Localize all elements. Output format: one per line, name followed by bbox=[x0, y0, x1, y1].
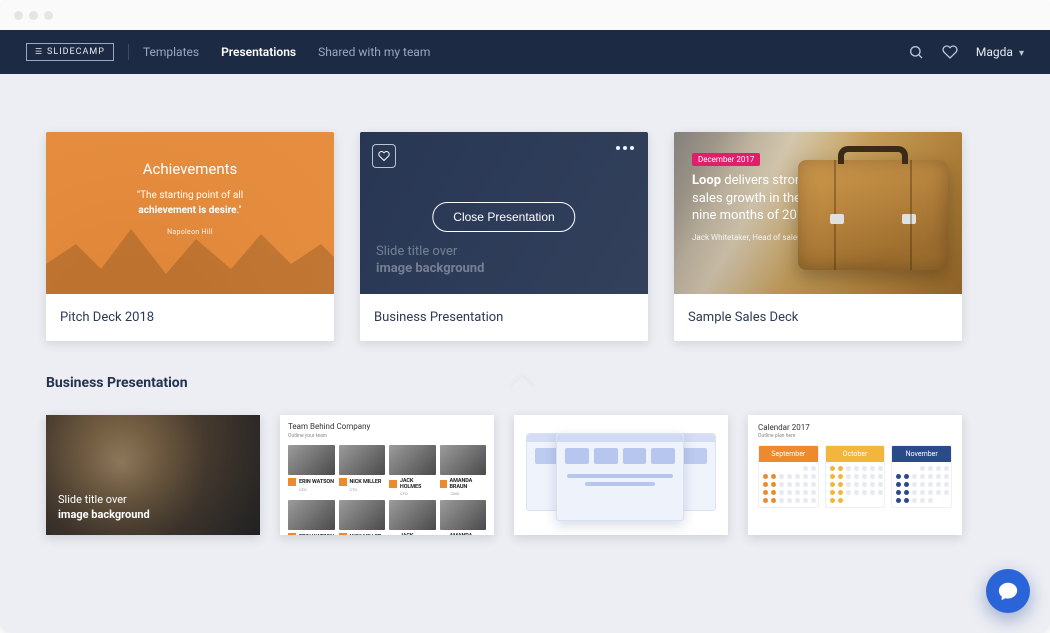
help-chat-button[interactable] bbox=[986, 569, 1030, 613]
user-menu[interactable]: Magda bbox=[976, 45, 1024, 59]
slide-wireframes[interactable] bbox=[514, 415, 728, 535]
team-member: NICK MILLERCTO bbox=[339, 445, 386, 496]
top-nav: SLIDECAMP Templates Presentations Shared… bbox=[0, 30, 1050, 74]
presentation-cards-row: Achievements "The starting point of all … bbox=[46, 74, 1004, 341]
nav-presentations[interactable]: Presentations bbox=[221, 45, 296, 59]
logo-text: SLIDECAMP bbox=[47, 47, 105, 57]
window-dot bbox=[29, 11, 38, 20]
chevron-down-icon bbox=[1019, 45, 1024, 59]
team-member: JACK HOLMESCFO bbox=[389, 445, 436, 496]
team-member: AMANDA BRAUNCMO bbox=[440, 500, 487, 535]
calendar-row: September October November bbox=[758, 445, 952, 508]
team-grid: ERIN WATSONCEO NICK MILLERCTO JACK HOLME… bbox=[288, 445, 486, 535]
team-member: NICK MILLERCTO bbox=[339, 500, 386, 535]
card-caption: Business Presentation bbox=[360, 294, 648, 341]
mountain-shape bbox=[46, 214, 334, 294]
nav-templates[interactable]: Templates bbox=[143, 45, 199, 59]
team-member: AMANDA BRAUNCMO bbox=[440, 445, 487, 496]
wireframe-graphic bbox=[526, 425, 716, 523]
more-dots-icon bbox=[616, 146, 620, 150]
card-business-presentation[interactable]: Close Presentation Slide title over imag… bbox=[360, 132, 648, 341]
logo-bars-icon bbox=[35, 47, 43, 57]
slide-text: Slide title over image background bbox=[58, 493, 150, 523]
calendar-month: November bbox=[891, 445, 952, 508]
nav-shared[interactable]: Shared with my team bbox=[318, 45, 430, 59]
card-thumb-sales: December 2017 Loop delivers strong sales… bbox=[674, 132, 962, 294]
nav-separator bbox=[128, 44, 129, 60]
thumb-title: Achievements bbox=[80, 160, 300, 178]
team-member: ERIN WATSONCEO bbox=[288, 445, 335, 496]
card-caption: Sample Sales Deck bbox=[674, 294, 962, 341]
heart-icon bbox=[378, 150, 390, 162]
logo[interactable]: SLIDECAMP bbox=[26, 43, 114, 61]
card-thumb-dark: Close Presentation Slide title over imag… bbox=[360, 132, 648, 294]
card-thumb-orange: Achievements "The starting point of all … bbox=[46, 132, 334, 294]
slide-subtitle: Outline plan here bbox=[758, 433, 952, 439]
user-name: Magda bbox=[976, 45, 1013, 59]
slide-team[interactable]: Team Behind Company Outline your team ER… bbox=[280, 415, 494, 535]
slide-calendar[interactable]: Calendar 2017 Outline plan here Septembe… bbox=[748, 415, 962, 535]
search-icon[interactable] bbox=[908, 44, 924, 60]
slide-title: Calendar 2017 bbox=[758, 423, 952, 432]
thumb-ghost-text: Slide title over image background bbox=[376, 244, 484, 278]
browser-chrome bbox=[0, 0, 1050, 30]
card-caption: Pitch Deck 2018 bbox=[46, 294, 334, 341]
more-button[interactable] bbox=[616, 146, 634, 150]
calendar-month: October bbox=[825, 445, 886, 508]
window-dot bbox=[44, 11, 53, 20]
heart-icon[interactable] bbox=[942, 44, 958, 60]
team-member: JACK HOLMESCFO bbox=[389, 500, 436, 535]
slide-image-title[interactable]: Slide title over image background bbox=[46, 415, 260, 535]
card-sample-sales-deck[interactable]: December 2017 Loop delivers strong sales… bbox=[674, 132, 962, 341]
slides-section: Business Presentation Slide title over i… bbox=[46, 375, 1004, 535]
thumb-author: Napoleon Hill bbox=[80, 228, 300, 236]
close-presentation-button[interactable]: Close Presentation bbox=[432, 202, 575, 232]
calendar-month: September bbox=[758, 445, 819, 508]
briefcase-graphic bbox=[798, 160, 948, 270]
date-tag: December 2017 bbox=[692, 153, 760, 166]
favorite-button[interactable] bbox=[372, 144, 396, 168]
slide-title: Team Behind Company bbox=[288, 423, 486, 432]
window-dot bbox=[14, 11, 23, 20]
team-member: ERIN WATSONCEO bbox=[288, 500, 335, 535]
card-pitch-deck[interactable]: Achievements "The starting point of all … bbox=[46, 132, 334, 341]
slide-subtitle: Outline your team bbox=[288, 433, 486, 439]
chat-icon bbox=[997, 580, 1019, 602]
